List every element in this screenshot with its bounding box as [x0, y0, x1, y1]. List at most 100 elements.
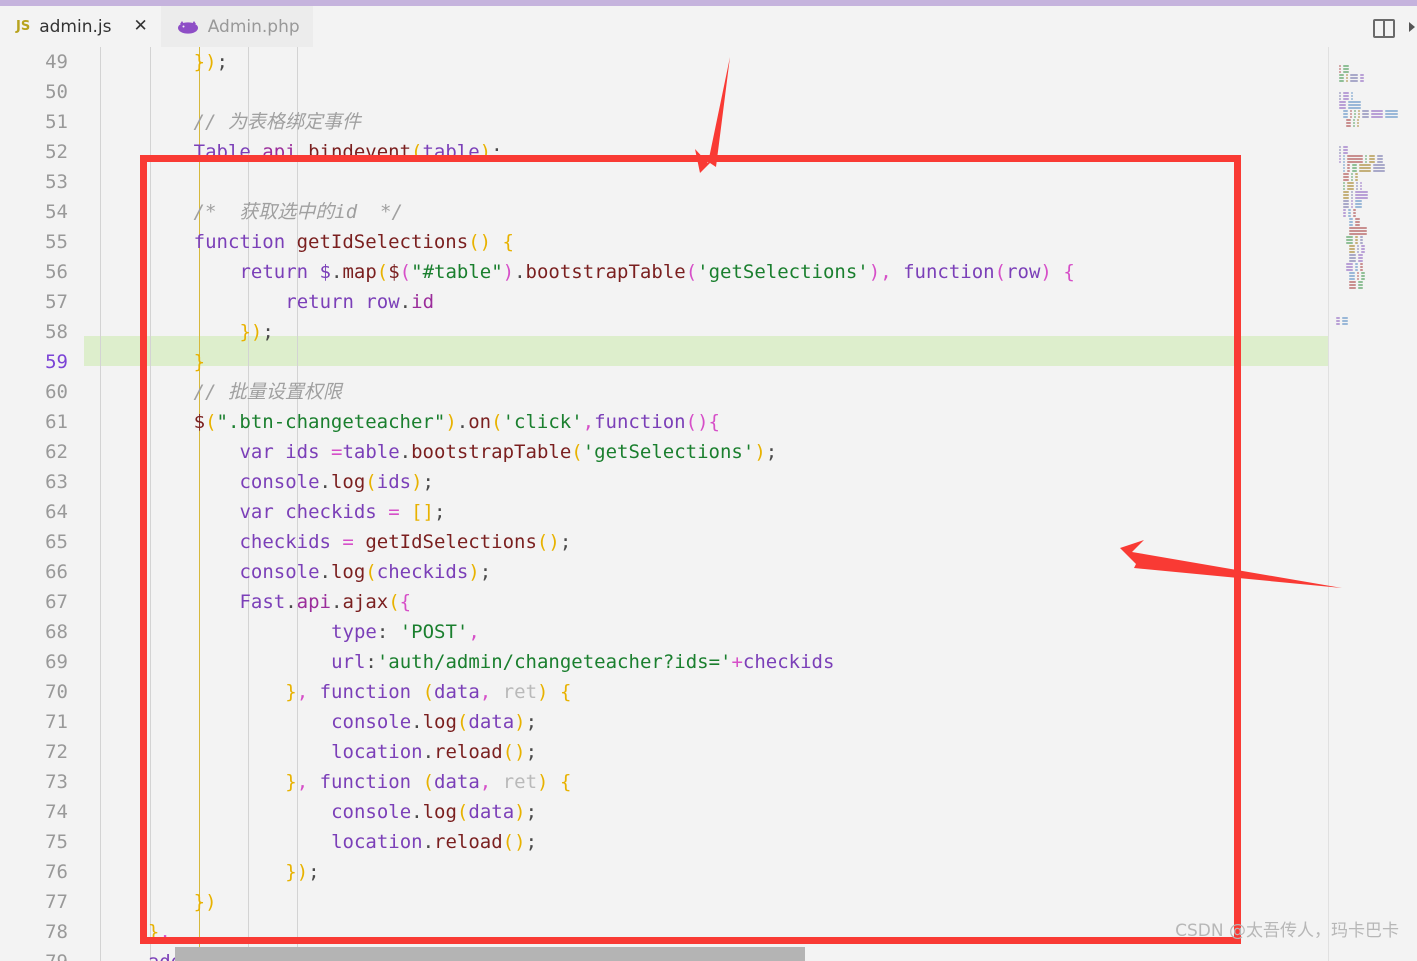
code-line[interactable]: console.log(data); — [0, 707, 1417, 737]
code-line[interactable]: }); — [0, 47, 1417, 77]
minimap-token — [1348, 101, 1361, 103]
minimap-token — [1356, 245, 1360, 247]
minimap-token — [1355, 173, 1358, 175]
minimap-token — [1357, 260, 1363, 262]
minimap-token — [1351, 191, 1354, 193]
code-content[interactable]: }); // 为表格绑定事件 Table.api.bindevent(table… — [0, 47, 1417, 961]
minimap-token — [1347, 215, 1351, 217]
minimap-token — [1352, 212, 1356, 214]
minimap-token — [1352, 125, 1356, 127]
minimap-token — [1350, 176, 1354, 178]
minimap-token — [1372, 167, 1386, 169]
js-file-icon: JS — [16, 19, 31, 34]
code-line[interactable]: function getIdSelections() { — [0, 227, 1417, 257]
minimap-token — [1342, 194, 1350, 196]
minimap-token — [1345, 122, 1351, 124]
minimap-token — [1345, 266, 1353, 268]
code-line[interactable]: return row.id — [0, 287, 1417, 317]
code-line[interactable]: console.log(checkids); — [0, 557, 1417, 587]
minimap-token — [1371, 113, 1383, 115]
minimap-token — [1349, 287, 1356, 289]
minimap-token — [1342, 212, 1346, 214]
tab-admin-js[interactable]: JS admin.js ✕ — [0, 6, 161, 47]
code-line[interactable]: }); — [0, 317, 1417, 347]
minimap-token — [1339, 95, 1342, 97]
minimap-token — [1359, 188, 1362, 190]
minimap-token — [1359, 80, 1365, 82]
minimap-token — [1339, 74, 1344, 76]
minimap-token — [1354, 263, 1358, 265]
code-line[interactable]: location.reload(); — [0, 827, 1417, 857]
code-line[interactable]: checkids = getIdSelections(); — [0, 527, 1417, 557]
code-line[interactable]: var checkids = []; — [0, 497, 1417, 527]
minimap-token — [1342, 176, 1349, 178]
code-line[interactable]: location.reload(); — [0, 737, 1417, 767]
minimap-token — [1342, 116, 1348, 118]
minimap-token — [1343, 71, 1350, 73]
minimap-token — [1359, 269, 1363, 271]
code-line[interactable] — [0, 77, 1417, 107]
minimap-token — [1343, 95, 1350, 97]
minimap-token — [1349, 251, 1355, 253]
minimap-token — [1356, 275, 1360, 277]
minimap-token — [1350, 179, 1354, 181]
minimap-token — [1349, 233, 1367, 235]
code-line[interactable]: // 批量设置权限 — [0, 377, 1417, 407]
minimap-token — [1349, 113, 1352, 115]
minimap-token — [1347, 212, 1351, 214]
code-line[interactable]: /* 获取选中的id */ — [0, 197, 1417, 227]
code-line[interactable] — [0, 167, 1417, 197]
minimap-token — [1357, 284, 1363, 286]
code-line[interactable]: }); — [0, 857, 1417, 887]
code-line[interactable]: console.log(ids); — [0, 467, 1417, 497]
code-line[interactable]: Table.api.bindevent(table); — [0, 137, 1417, 167]
minimap-token — [1345, 239, 1353, 241]
minimap-token — [1343, 155, 1346, 157]
minimap-token — [1359, 185, 1362, 187]
minimap-token — [1353, 116, 1357, 118]
editor-tab-bar: JS admin.js ✕ Admin.php — [0, 6, 1417, 47]
code-line[interactable]: console.log(data); — [0, 797, 1417, 827]
minimap-token — [1343, 152, 1349, 154]
code-line[interactable]: var ids =table.bootstrapTable('getSelect… — [0, 437, 1417, 467]
code-line[interactable]: }, function (data, ret) { — [0, 677, 1417, 707]
minimap-token — [1342, 188, 1346, 190]
tab-admin-php[interactable]: Admin.php — [160, 6, 313, 47]
minimap-token — [1354, 242, 1358, 244]
code-line[interactable]: }) — [0, 887, 1417, 917]
minimap-token — [1359, 74, 1365, 76]
code-line[interactable]: $(".btn-changeteacher").on('click',funct… — [0, 407, 1417, 437]
code-line[interactable]: Fast.api.ajax({ — [0, 587, 1417, 617]
minimap-token — [1351, 197, 1354, 199]
minimap-token — [1343, 68, 1350, 70]
minimap-token — [1349, 116, 1352, 118]
minimap-token — [1357, 122, 1360, 124]
minimap-token — [1361, 251, 1365, 253]
vscode-window: JS admin.js ✕ Admin.php 49 50 51 52 53 5… — [0, 0, 1417, 961]
code-line[interactable]: type: 'POST', — [0, 617, 1417, 647]
code-line[interactable]: }, function (data, ret) { — [0, 767, 1417, 797]
minimap[interactable] — [1328, 47, 1417, 961]
minimap-token — [1343, 65, 1350, 67]
code-line[interactable]: // 为表格绑定事件 — [0, 107, 1417, 137]
minimap-token — [1345, 242, 1353, 244]
more-actions-icon[interactable] — [1409, 22, 1415, 32]
code-editor[interactable]: 49 50 51 52 53 54 55 56 57 58 59 60 61 6… — [0, 47, 1417, 961]
split-editor-icon[interactable] — [1373, 19, 1395, 38]
code-line[interactable]: return $.map($("#table").bootstrapTable(… — [0, 257, 1417, 287]
minimap-token — [1339, 71, 1342, 73]
minimap-token — [1350, 203, 1354, 205]
minimap-token — [1347, 155, 1363, 157]
code-line[interactable]: } — [0, 347, 1417, 377]
minimap-token — [1351, 98, 1354, 100]
minimap-token — [1349, 275, 1355, 277]
minimap-token — [1364, 158, 1367, 160]
minimap-token — [1349, 257, 1356, 259]
minimap-token — [1361, 248, 1365, 250]
minimap-token — [1347, 164, 1350, 166]
horizontal-scrollbar[interactable] — [175, 947, 805, 961]
close-icon[interactable]: ✕ — [133, 18, 147, 35]
code-line[interactable]: url:'auth/admin/changeteacher?ids='+chec… — [0, 647, 1417, 677]
minimap-token — [1368, 155, 1375, 157]
minimap-token — [1336, 317, 1340, 319]
